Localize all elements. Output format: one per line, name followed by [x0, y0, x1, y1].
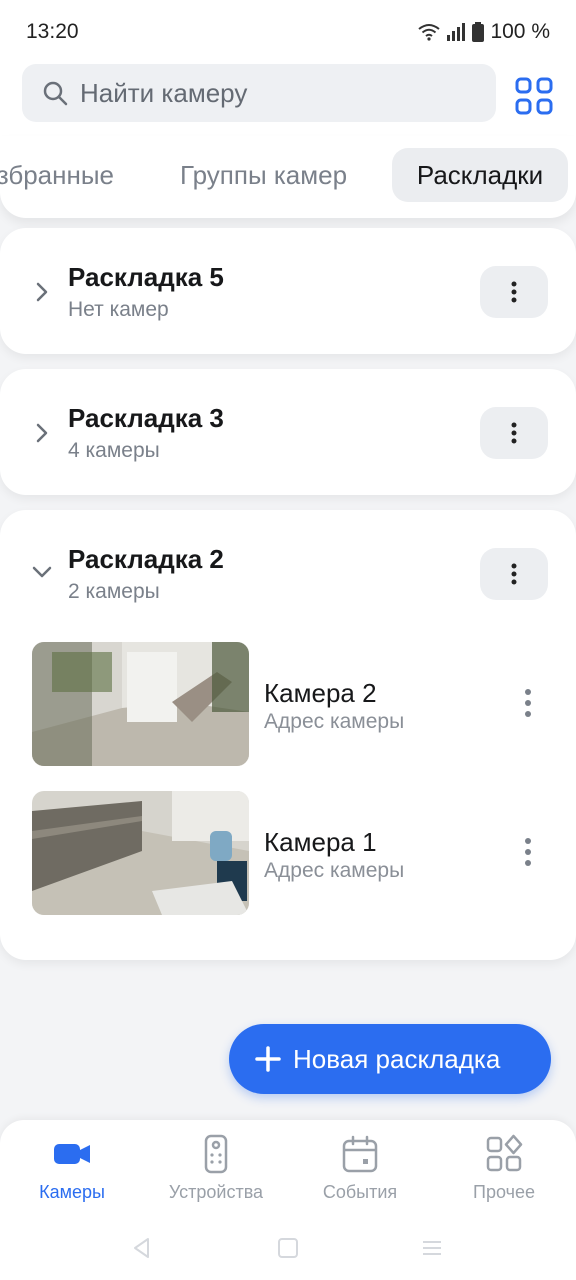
- bottom-navigation: Камеры Устройства События Прочее: [0, 1120, 576, 1220]
- tab-favorites[interactable]: Избранные: [0, 148, 114, 202]
- layout-title: Раскладка 5: [68, 262, 224, 292]
- battery-icon: [472, 22, 485, 42]
- plus-icon: [255, 1046, 281, 1072]
- nav-item-more[interactable]: Прочее: [432, 1134, 576, 1203]
- battery-percent: 100 %: [490, 20, 550, 43]
- camera-name: Камера 2: [264, 678, 377, 708]
- nav-label: Устройства: [168, 1182, 264, 1202]
- new-layout-label: Новая раскладка: [293, 1043, 501, 1074]
- search-icon: [43, 81, 68, 106]
- home-icon[interactable]: [276, 1236, 300, 1260]
- nav-label: Камеры: [39, 1182, 105, 1202]
- status-time: 13:20: [26, 20, 79, 43]
- search-placeholder: Найти камеру: [80, 77, 248, 108]
- layout-subtitle: Нет камер: [68, 298, 169, 321]
- chevron-right-icon[interactable]: [30, 280, 54, 304]
- nav-label: Прочее: [473, 1182, 535, 1202]
- chevron-right-icon[interactable]: [30, 421, 54, 445]
- menu-icon[interactable]: [420, 1236, 444, 1260]
- status-icons: 100 %: [418, 20, 550, 44]
- layout-title: Раскладка 2: [68, 544, 224, 574]
- more-apps-icon: [486, 1134, 523, 1172]
- layout-more-button[interactable]: [480, 266, 548, 318]
- camera-thumbnail[interactable]: [32, 642, 249, 766]
- system-navigation-bar: [0, 1220, 576, 1280]
- camera-address: Адрес камеры: [264, 859, 405, 882]
- camera-row[interactable]: Камера 1 Адрес камеры: [32, 791, 552, 915]
- layout-more-button[interactable]: [480, 548, 548, 600]
- layout-more-button[interactable]: [480, 407, 548, 459]
- remote-device-icon: [204, 1134, 228, 1174]
- layout-subtitle: 4 камеры: [68, 439, 160, 462]
- layout-title: Раскладка 3: [68, 403, 224, 433]
- nav-item-devices[interactable]: Устройства: [144, 1134, 288, 1203]
- layout-subtitle: 2 камеры: [68, 580, 160, 603]
- camera-icon: [54, 1144, 90, 1164]
- camera-row[interactable]: Камера 2 Адрес камеры: [32, 642, 552, 766]
- new-layout-button[interactable]: Новая раскладка: [229, 1024, 551, 1094]
- more-vertical-icon[interactable]: [520, 688, 536, 718]
- grid-view-icon[interactable]: [514, 76, 554, 116]
- more-vertical-icon: [511, 563, 517, 585]
- search-input[interactable]: Найти камеру: [22, 64, 496, 122]
- nav-label: События: [322, 1182, 398, 1202]
- more-vertical-icon: [511, 281, 517, 303]
- back-icon[interactable]: [130, 1236, 154, 1260]
- layout-card[interactable]: Раскладка 3 4 камеры: [0, 369, 576, 495]
- top-bar: Найти камеру: [0, 52, 576, 136]
- calendar-icon: [342, 1135, 378, 1173]
- camera-thumbnail[interactable]: [32, 791, 249, 915]
- camera-name: Камера 1: [264, 827, 377, 857]
- tab-camera-groups[interactable]: Группы камер: [180, 148, 347, 202]
- camera-address: Адрес камеры: [264, 710, 405, 733]
- more-vertical-icon: [511, 422, 517, 444]
- signal-icon: [447, 23, 466, 41]
- chevron-down-icon[interactable]: [30, 560, 54, 584]
- nav-item-events[interactable]: События: [288, 1134, 432, 1203]
- nav-item-cameras[interactable]: Камеры: [0, 1134, 144, 1203]
- tab-layouts[interactable]: Раскладки: [392, 148, 568, 202]
- layout-card-expanded[interactable]: Раскладка 2 2 камеры Камера 2 Адрес каме…: [0, 510, 576, 960]
- wifi-icon: [418, 24, 441, 41]
- more-vertical-icon[interactable]: [520, 837, 536, 867]
- tab-bar: Избранные Группы камер Раскладки: [0, 136, 576, 218]
- layout-card[interactable]: Раскладка 5 Нет камер: [0, 228, 576, 354]
